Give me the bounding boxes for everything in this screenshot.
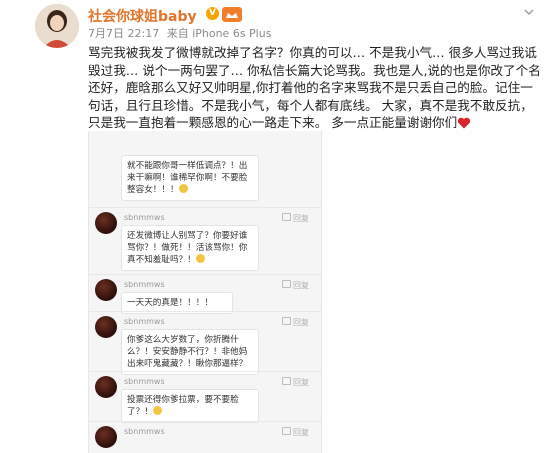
reply-icon [282,377,291,385]
reply-button[interactable]: 回复 [282,213,309,224]
username[interactable]: 社会你球姐baby [88,6,197,26]
post-text: 骂完我被我发了微博就改掉了名字？你真的可以… 不是我小气… 很多人骂过我诋毁过我… [88,44,543,132]
reply-label: 回复 [293,281,309,290]
commenter-name[interactable]: sbnmmws [124,213,165,222]
smile-emoji-icon [152,406,162,415]
comment-text: 你爹这么大岁数了，你折腾什么？！安安静静不行？！非他妈出来吓鬼藏藏？！瞅你那逼样… [127,335,248,369]
post-image[interactable]: 就不能跟你哥一样低调点？！出来干嘛啊！谁稀罕你啊！不要脸整容女！！！ sbnmm… [88,131,322,453]
post-time[interactable]: 7月7日 22:17 [88,27,159,40]
reply-icon [282,317,291,325]
verified-badge-icon: V [206,7,219,20]
heart-icon [458,117,471,129]
commenter-avatar[interactable] [95,426,117,448]
comment-bubble: 你爹这么大岁数了，你折腾什么？！安安静静不行？！非他妈出来吓鬼藏藏？！瞅你那逼样… [121,329,259,375]
commenter-avatar[interactable] [95,212,117,234]
reply-icon [282,213,291,221]
comment-bubble: 投票还得你爹拉票，要不要脸了？！ [121,389,259,423]
reply-icon [282,427,291,435]
reply-button[interactable]: 回复 [282,317,309,328]
post-meta: 7月7日 22:17 来自 iPhone 6s Plus [88,25,275,41]
comment-text: 还发微博让人别骂了？你要好谁骂你？！做死！！活该骂你！你真不知羞耻吗？！ [127,231,248,265]
divider [89,207,321,208]
commenter-avatar[interactable] [95,316,117,338]
reply-button[interactable]: 回复 [282,377,309,388]
commenter-name[interactable]: sbnmmws [124,427,165,436]
weibo-post: 社会你球姐baby V 7月7日 22:17 来自 iPhone 6s Plus… [0,0,550,453]
reply-label: 回复 [293,214,309,223]
commenter-avatar[interactable] [95,279,117,301]
divider [89,421,321,422]
smile-emoji-icon [178,184,188,193]
chevron-down-icon[interactable] [523,6,535,18]
reply-label: 回复 [293,428,309,437]
divider [89,311,321,312]
reply-label: 回复 [293,378,309,387]
divider [89,371,321,372]
reply-button[interactable]: 回复 [282,280,309,291]
comment-text: 一天天的真是！！！！ [127,298,213,308]
comment-text: 投票还得你爹拉票，要不要脸了？！ [127,395,239,417]
post-body: 骂完我被我发了微博就改掉了名字？你真的可以… 不是我小气… 很多人骂过我诋毁过我… [88,45,541,130]
commenter-avatar[interactable] [95,376,117,398]
comment-bubble: 还发微博让人别骂了？你要好谁骂你？！做死！！活该骂你！你真不知羞耻吗？！ [121,225,259,271]
commenter-name[interactable]: sbnmmws [124,280,165,289]
sweat-emoji-icon [195,254,205,263]
commenter-name[interactable]: sbnmmws [124,377,165,386]
user-avatar[interactable] [35,4,79,48]
vip-level-icon [222,7,242,22]
reply-icon [282,280,291,288]
reply-button[interactable]: 回复 [282,427,309,438]
divider [89,274,321,275]
comment-bubble: 就不能跟你哥一样低调点？！出来干嘛啊！谁稀罕你啊！不要脸整容女！！！ [121,155,259,201]
reply-label: 回复 [293,318,309,327]
post-source: 来自 iPhone 6s Plus [166,27,272,40]
commenter-name[interactable]: sbnmmws [124,317,165,326]
